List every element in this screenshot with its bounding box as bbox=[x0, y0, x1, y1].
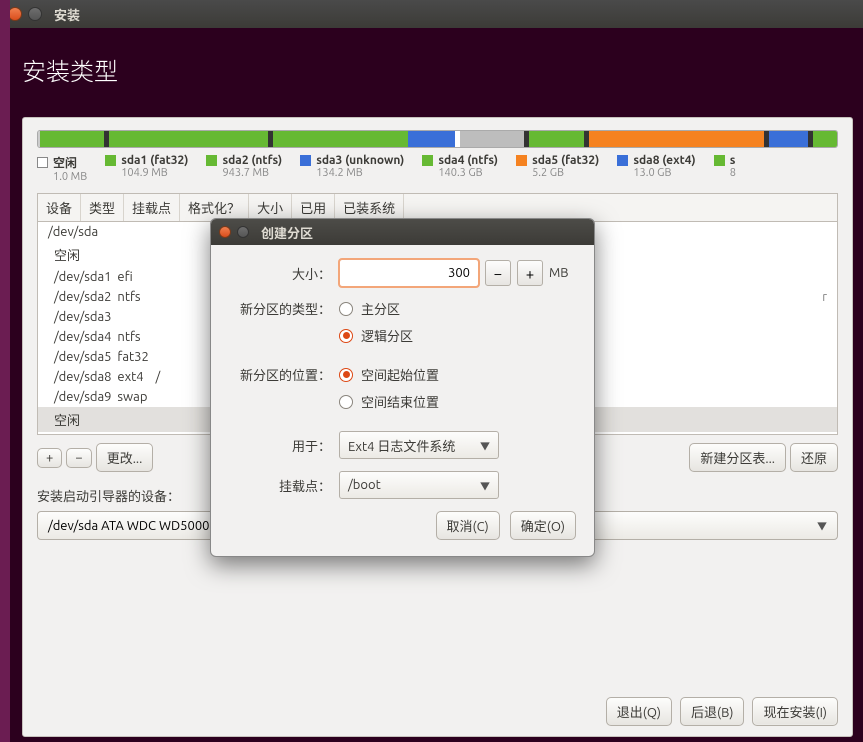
page-title: 安装类型 bbox=[0, 28, 863, 117]
disk-segment[interactable] bbox=[408, 131, 456, 147]
disk-segment[interactable] bbox=[769, 131, 809, 147]
dialog-title: 创建分区 bbox=[261, 223, 313, 242]
mount-label: 挂载点： bbox=[229, 476, 339, 495]
legend-swatch bbox=[617, 155, 628, 166]
position-begin-radio[interactable]: 空间起始位置 bbox=[339, 365, 439, 384]
legend-swatch bbox=[422, 155, 433, 166]
add-partition-button[interactable]: + bbox=[37, 448, 62, 468]
disk-map[interactable] bbox=[37, 130, 838, 148]
remove-partition-button[interactable]: − bbox=[66, 448, 91, 468]
type-primary-radio[interactable]: 主分区 bbox=[339, 299, 413, 318]
disk-segment[interactable] bbox=[40, 131, 104, 147]
legend-item[interactable]: sda2 (ntfs)943.7 MB bbox=[206, 154, 282, 183]
disk-segment[interactable] bbox=[813, 131, 837, 147]
col-header[interactable]: 已用 bbox=[292, 194, 335, 221]
dialog-min-icon[interactable] bbox=[237, 226, 249, 238]
footer-buttons: 退出(Q) 后退(B) 现在安装(I) bbox=[606, 697, 838, 726]
use-label: 用于： bbox=[229, 436, 339, 455]
legend-swatch bbox=[105, 155, 116, 166]
type-logical-radio[interactable]: 逻辑分区 bbox=[339, 326, 413, 345]
size-label: 大小： bbox=[229, 264, 339, 283]
dialog-close-icon[interactable] bbox=[219, 226, 231, 238]
col-header[interactable]: 类型 bbox=[81, 194, 124, 221]
close-icon[interactable] bbox=[8, 7, 22, 21]
size-input[interactable] bbox=[339, 259, 479, 287]
ok-button[interactable]: 确定(O) bbox=[510, 511, 576, 540]
position-label: 新分区的位置： bbox=[229, 365, 339, 384]
disk-segment[interactable] bbox=[589, 131, 764, 147]
back-button[interactable]: 后退(B) bbox=[680, 697, 744, 726]
mountpoint-select[interactable]: /boot ▼ bbox=[339, 471, 499, 499]
legend-item[interactable]: sda1 (fat32)104.9 MB bbox=[105, 154, 188, 183]
legend-item[interactable]: s8 bbox=[714, 154, 736, 183]
chevron-down-icon: ▼ bbox=[817, 518, 827, 533]
window-title: 安装 bbox=[54, 5, 80, 24]
disk-legend: 空闲1.0 MB sda1 (fat32)104.9 MB sda2 (ntfs)9… bbox=[37, 154, 838, 183]
col-header[interactable]: 大小 bbox=[249, 194, 292, 221]
minimize-icon[interactable] bbox=[28, 7, 42, 21]
new-table-button[interactable]: 新建分区表... bbox=[689, 443, 786, 472]
install-button[interactable]: 现在安装(I) bbox=[752, 697, 838, 726]
col-header[interactable]: 格式化？ bbox=[180, 194, 249, 221]
change-button[interactable]: 更改... bbox=[96, 443, 154, 472]
disk-segment[interactable] bbox=[460, 131, 524, 147]
disk-segment[interactable] bbox=[273, 131, 408, 147]
disk-segment[interactable] bbox=[529, 131, 585, 147]
legend-item[interactable]: 空闲1.0 MB bbox=[37, 154, 87, 183]
chevron-down-icon: ▼ bbox=[480, 478, 490, 493]
legend-swatch bbox=[206, 155, 217, 166]
filesystem-select[interactable]: Ext4 日志文件系统 ▼ bbox=[339, 431, 499, 459]
legend-swatch bbox=[516, 155, 527, 166]
titlebar: 安装 bbox=[0, 0, 863, 28]
dialog-titlebar: 创建分区 bbox=[211, 219, 594, 245]
revert-button[interactable]: 还原 bbox=[790, 443, 838, 472]
legend-item[interactable]: sda3 (unknown)134.2 MB bbox=[300, 154, 404, 183]
col-header[interactable]: 设备 bbox=[38, 194, 81, 221]
legend-swatch bbox=[714, 155, 725, 166]
quit-button[interactable]: 退出(Q) bbox=[606, 697, 672, 726]
create-partition-dialog: 创建分区 大小： − + MB 新分区的类型： 主分区 逻辑分区 新分区的位置：… bbox=[210, 218, 595, 557]
legend-item[interactable]: sda4 (ntfs)140.3 GB bbox=[422, 154, 498, 183]
legend-item[interactable]: sda8 (ext4)13.0 GB bbox=[617, 154, 695, 183]
cancel-button[interactable]: 取消(C) bbox=[436, 511, 500, 540]
type-label: 新分区的类型： bbox=[229, 299, 339, 318]
position-end-radio[interactable]: 空间结束位置 bbox=[339, 392, 439, 411]
disk-segment[interactable] bbox=[109, 131, 268, 147]
legend-item[interactable]: sda5 (fat32)5.2 GB bbox=[516, 154, 599, 183]
legend-swatch bbox=[37, 157, 48, 168]
size-decrement-button[interactable]: − bbox=[485, 260, 511, 286]
size-increment-button[interactable]: + bbox=[517, 260, 543, 286]
legend-swatch bbox=[300, 155, 311, 166]
col-header[interactable]: 挂载点 bbox=[124, 194, 180, 221]
col-header[interactable]: 已装系统 bbox=[335, 194, 404, 221]
size-unit: MB bbox=[549, 266, 569, 280]
chevron-down-icon: ▼ bbox=[480, 438, 490, 453]
